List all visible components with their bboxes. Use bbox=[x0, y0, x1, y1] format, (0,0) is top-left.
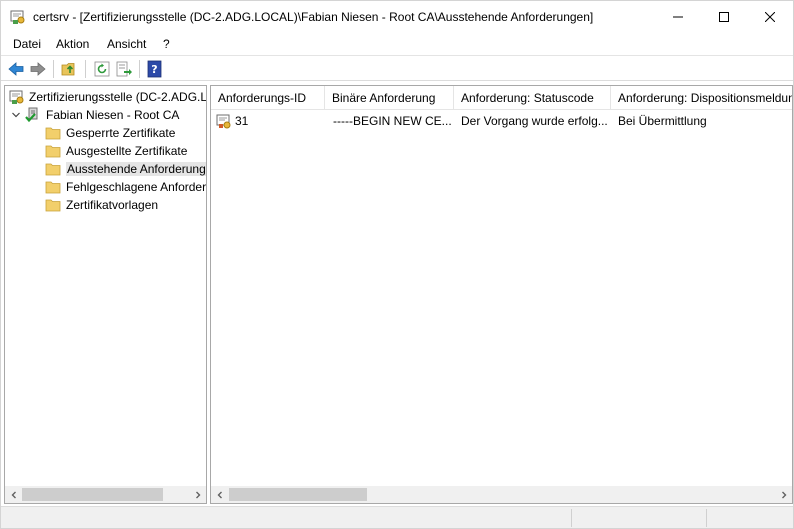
chevron-left-icon bbox=[11, 491, 16, 498]
cell-binary-request: -----BEGIN NEW CE... bbox=[333, 114, 451, 128]
list-header: Anforderungs-ID Binäre Anforderung Anfor… bbox=[211, 86, 792, 110]
back-icon[interactable] bbox=[7, 60, 25, 78]
certificate-authority-icon bbox=[10, 10, 25, 24]
ca-server-check-icon bbox=[25, 107, 38, 123]
tree-item-ausgestellte[interactable]: Ausgestellte Zertifikate bbox=[45, 142, 187, 160]
maximize-button[interactable] bbox=[701, 1, 747, 33]
folder-icon bbox=[45, 163, 61, 176]
close-icon bbox=[765, 12, 775, 22]
cell-request-id: 31 bbox=[235, 114, 249, 128]
tree-horizontal-scrollbar[interactable] bbox=[5, 486, 206, 503]
scroll-thumb[interactable] bbox=[229, 488, 367, 501]
folder-icon bbox=[45, 181, 61, 194]
up-folder-icon[interactable] bbox=[61, 60, 79, 78]
pending-request-icon bbox=[216, 114, 231, 129]
status-divider bbox=[706, 509, 707, 527]
toolbar: ? bbox=[1, 55, 793, 81]
folder-icon bbox=[45, 199, 61, 212]
help-icon[interactable]: ? bbox=[146, 60, 164, 78]
menu-datei[interactable]: Datei bbox=[13, 37, 41, 51]
tree-root[interactable]: Zertifizierungsstelle (DC-2.ADG.LOCAL) bbox=[9, 88, 207, 106]
list-horizontal-scrollbar[interactable] bbox=[211, 486, 792, 503]
tree-item-label: Ausgestellte Zertifikate bbox=[66, 144, 188, 158]
tree-item-fehlgeschlagene[interactable]: Fehlgeschlagene Anforderungen bbox=[45, 178, 207, 196]
status-bar bbox=[1, 506, 793, 528]
tree-item-vorlagen[interactable]: Zertifikatvorlagen bbox=[45, 196, 158, 214]
svg-text:?: ? bbox=[151, 63, 157, 76]
forward-icon[interactable] bbox=[29, 60, 47, 78]
cell-status-code: Der Vorgang wurde erfolg... bbox=[461, 114, 608, 128]
export-list-icon[interactable] bbox=[115, 60, 133, 78]
status-divider bbox=[571, 509, 572, 527]
tree-item-gesperrte[interactable]: Gesperrte Zertifikate bbox=[45, 124, 175, 142]
tree-root-label: Zertifizierungsstelle (DC-2.ADG.LOCAL) bbox=[29, 90, 207, 104]
tree-item-label: Ausstehende Anforderungen bbox=[66, 162, 206, 176]
mmc-window: certsrv - [Zertifizierungsstelle (DC-2.A… bbox=[0, 0, 794, 529]
title-bar[interactable]: certsrv - [Zertifizierungsstelle (DC-2.A… bbox=[1, 1, 793, 33]
scroll-right-button[interactable] bbox=[189, 486, 206, 503]
close-button[interactable] bbox=[747, 1, 793, 33]
toolbar-separator bbox=[85, 60, 86, 78]
chevron-right-icon bbox=[195, 491, 200, 498]
tree-item-label: Zertifikatvorlagen bbox=[66, 198, 159, 212]
folder-icon bbox=[45, 127, 61, 140]
folder-icon bbox=[45, 145, 61, 158]
refresh-icon[interactable] bbox=[93, 60, 111, 78]
window-title: certsrv - [Zertifizierungsstelle (DC-2.A… bbox=[33, 10, 594, 24]
menu-ansicht[interactable]: Ansicht bbox=[107, 37, 146, 51]
toolbar-separator bbox=[53, 60, 54, 78]
column-header-disposition[interactable]: Anforderung: Dispositionsmeldung bbox=[611, 86, 792, 110]
maximize-icon bbox=[719, 12, 729, 22]
scroll-left-button[interactable] bbox=[5, 486, 22, 503]
chevron-left-icon bbox=[217, 491, 222, 498]
tree-item-ausstehende[interactable]: Ausstehende Anforderungen bbox=[45, 160, 206, 178]
minimize-button[interactable] bbox=[655, 1, 701, 33]
toolbar-separator bbox=[139, 60, 140, 78]
console-tree[interactable]: Zertifizierungsstelle (DC-2.ADG.LOCAL) F… bbox=[4, 85, 207, 504]
scroll-thumb[interactable] bbox=[22, 488, 163, 501]
chevron-right-icon bbox=[781, 491, 786, 498]
tree-item-label: Fehlgeschlagene Anforderungen bbox=[66, 180, 207, 194]
menu-aktion[interactable]: Aktion bbox=[56, 37, 89, 51]
tree-ca-node[interactable]: Fabian Niesen - Root CA bbox=[11, 106, 179, 124]
certificate-authority-icon bbox=[9, 90, 24, 104]
tree-item-label: Gesperrte Zertifikate bbox=[66, 126, 176, 140]
menu-bar: Datei Aktion Ansicht ? bbox=[1, 33, 793, 55]
cell-disposition: Bei Übermittlung bbox=[618, 114, 707, 128]
scroll-left-button[interactable] bbox=[211, 486, 228, 503]
menu-help[interactable]: ? bbox=[163, 37, 170, 51]
minimize-icon bbox=[673, 16, 683, 18]
scroll-right-button[interactable] bbox=[775, 486, 792, 503]
column-header-binary-request[interactable]: Binäre Anforderung bbox=[325, 86, 454, 110]
column-header-status-code[interactable]: Anforderung: Statuscode bbox=[454, 86, 611, 110]
tree-ca-label: Fabian Niesen - Root CA bbox=[46, 108, 180, 122]
column-header-request-id[interactable]: Anforderungs-ID bbox=[211, 86, 325, 110]
chevron-down-icon[interactable] bbox=[11, 110, 21, 120]
table-row[interactable]: 31 -----BEGIN NEW CE... Der Vorgang wurd… bbox=[211, 112, 792, 130]
results-list[interactable]: Anforderungs-ID Binäre Anforderung Anfor… bbox=[210, 85, 793, 504]
